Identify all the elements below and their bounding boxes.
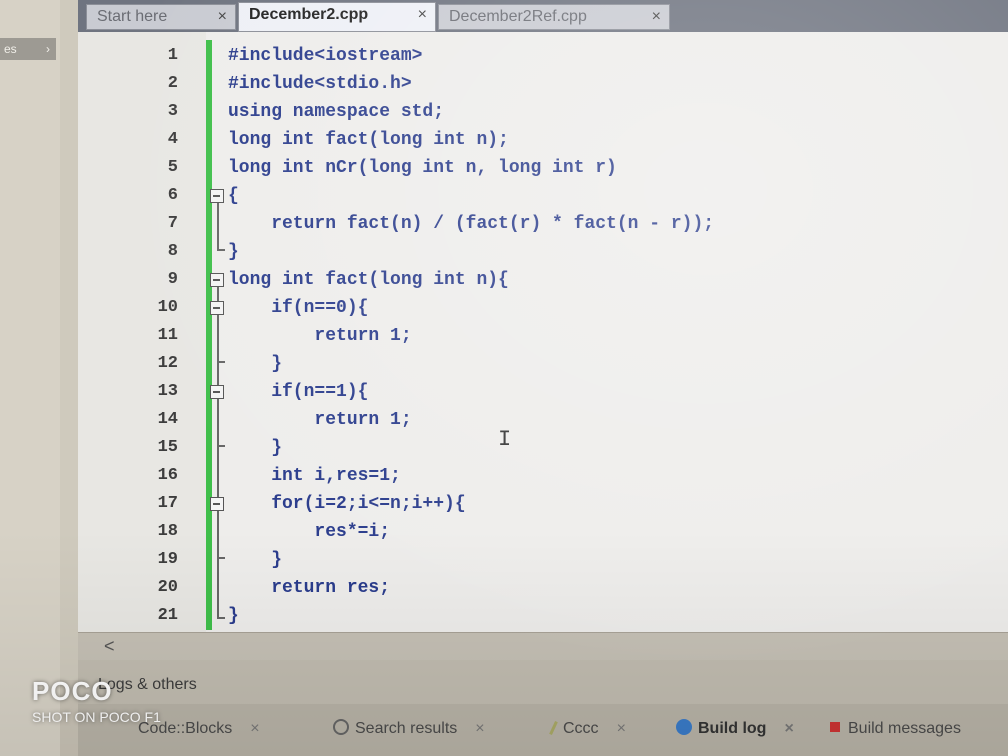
fold-toggle-icon[interactable] bbox=[210, 301, 224, 315]
tab-label: Build log bbox=[698, 720, 767, 737]
code-line: long int fact(long int n); bbox=[228, 130, 509, 150]
close-icon[interactable]: × bbox=[617, 720, 626, 737]
line-number: 4 bbox=[167, 130, 178, 149]
change-marker-bar bbox=[206, 40, 212, 630]
tab-december2-cpp[interactable]: December2.cpp × bbox=[238, 2, 436, 32]
tab-label: Cccc bbox=[563, 720, 599, 737]
logs-tabbar: Code::Blocks × Search results × Cccc × Buil… bbox=[78, 704, 1008, 756]
line-number: 19 bbox=[157, 550, 178, 569]
management-strip bbox=[0, 0, 60, 756]
line-number: 20 bbox=[157, 578, 178, 597]
ide-window: es › Start here × December2.cpp × Decemb… bbox=[0, 0, 1008, 756]
search-icon bbox=[333, 719, 349, 735]
code-line: { bbox=[228, 186, 239, 206]
tab-search-results[interactable]: Search results × bbox=[333, 714, 485, 744]
fold-guide bbox=[217, 361, 225, 363]
code-editor[interactable]: 1 2 3 4 5 6 7 8 9 10 11 12 13 14 15 16 1… bbox=[78, 32, 1008, 632]
tab-build-log[interactable]: Build log × bbox=[676, 714, 794, 744]
editor-tabbar: Start here × December2.cpp × December2Re… bbox=[78, 0, 1008, 32]
line-number: 17 bbox=[157, 494, 178, 513]
line-number: 2 bbox=[167, 74, 178, 93]
close-icon[interactable]: × bbox=[652, 5, 661, 29]
close-icon[interactable]: × bbox=[418, 3, 427, 27]
fold-toggle-icon[interactable] bbox=[210, 385, 224, 399]
fold-toggle-icon[interactable] bbox=[210, 189, 224, 203]
line-number: 15 bbox=[157, 438, 178, 457]
pencil-icon bbox=[549, 721, 558, 735]
tab-label: Build messages bbox=[848, 720, 961, 737]
code-line: } bbox=[228, 606, 239, 626]
code-line: using namespace std; bbox=[228, 102, 445, 122]
code-text-area[interactable]: #include<iostream> #include<stdio.h> usi… bbox=[228, 32, 1008, 632]
line-number: 3 bbox=[167, 102, 178, 121]
close-icon[interactable]: × bbox=[250, 720, 259, 737]
line-number: 14 bbox=[157, 410, 178, 429]
line-number: 6 bbox=[167, 186, 178, 205]
code-line: } bbox=[228, 354, 283, 374]
code-line: return fact(n) / (fact(r) * fact(n - r))… bbox=[228, 214, 715, 234]
tab-december2ref-cpp[interactable]: December2Ref.cpp × bbox=[438, 4, 670, 30]
build-messages-icon bbox=[830, 722, 840, 732]
line-number: 9 bbox=[167, 270, 178, 289]
line-number: 21 bbox=[157, 606, 178, 625]
camera-watermark: POCO SHOT ON POCO F1 bbox=[32, 676, 161, 725]
watermark-subtitle: SHOT ON POCO F1 bbox=[32, 709, 161, 725]
fold-guide bbox=[217, 617, 225, 619]
code-line: if(n==1){ bbox=[228, 382, 369, 402]
line-number: 10 bbox=[157, 298, 178, 317]
line-number: 5 bbox=[167, 158, 178, 177]
code-line: return 1; bbox=[228, 410, 412, 430]
line-number: 13 bbox=[157, 382, 178, 401]
tab-label: December2Ref.cpp bbox=[449, 8, 587, 25]
code-line: #include<iostream> bbox=[228, 46, 423, 66]
code-line: res*=i; bbox=[228, 522, 391, 542]
line-number: 18 bbox=[157, 522, 178, 541]
scroll-left-icon[interactable]: < bbox=[104, 636, 115, 657]
close-icon[interactable]: × bbox=[218, 5, 227, 29]
management-tab-label: es bbox=[4, 42, 17, 56]
code-line: int i,res=1; bbox=[228, 466, 401, 486]
fold-toggle-icon[interactable] bbox=[210, 273, 224, 287]
logs-panel: Logs & others Code::Blocks × Search resul… bbox=[78, 660, 1008, 756]
line-number: 11 bbox=[157, 326, 178, 345]
code-line: long int fact(long int n){ bbox=[228, 270, 509, 290]
line-number: 8 bbox=[167, 242, 178, 261]
code-line: } bbox=[228, 550, 283, 570]
line-number: 7 bbox=[167, 214, 178, 233]
fold-toggle-icon[interactable] bbox=[210, 497, 224, 511]
tab-cccc[interactable]: Cccc × bbox=[549, 714, 626, 744]
code-line: #include<stdio.h> bbox=[228, 74, 412, 94]
code-line: if(n==0){ bbox=[228, 298, 369, 318]
tab-build-messages[interactable]: Build messages bbox=[830, 714, 961, 744]
text-cursor-icon: I bbox=[498, 427, 512, 452]
code-line: } bbox=[228, 242, 239, 262]
fold-guide bbox=[217, 445, 225, 447]
line-number: 12 bbox=[157, 354, 178, 373]
chevron-right-icon[interactable]: › bbox=[46, 38, 50, 60]
tab-label: Search results bbox=[355, 720, 458, 737]
line-number: 16 bbox=[157, 466, 178, 485]
fold-guide bbox=[217, 249, 225, 251]
close-icon[interactable]: × bbox=[784, 720, 793, 737]
build-log-icon bbox=[676, 719, 692, 735]
tab-label: December2.cpp bbox=[249, 6, 369, 23]
code-line: return res; bbox=[228, 578, 391, 598]
horizontal-scrollbar[interactable]: < bbox=[78, 632, 1008, 661]
management-tab[interactable]: es › bbox=[0, 38, 56, 60]
tab-start-here[interactable]: Start here × bbox=[86, 4, 236, 30]
fold-guide bbox=[217, 203, 219, 249]
close-icon[interactable]: × bbox=[475, 720, 484, 737]
code-line: return 1; bbox=[228, 326, 412, 346]
management-panel: es › bbox=[0, 0, 80, 756]
line-number-gutter: 1 2 3 4 5 6 7 8 9 10 11 12 13 14 15 16 1… bbox=[78, 32, 206, 632]
line-number: 1 bbox=[167, 46, 178, 65]
tab-label: Start here bbox=[97, 8, 168, 25]
fold-guide bbox=[217, 557, 225, 559]
code-line: long int nCr(long int n, long int r) bbox=[228, 158, 617, 178]
code-line: for(i=2;i<=n;i++){ bbox=[228, 494, 466, 514]
watermark-brand: POCO bbox=[32, 676, 113, 706]
fold-guide bbox=[217, 287, 219, 617]
code-line: } bbox=[228, 438, 283, 458]
